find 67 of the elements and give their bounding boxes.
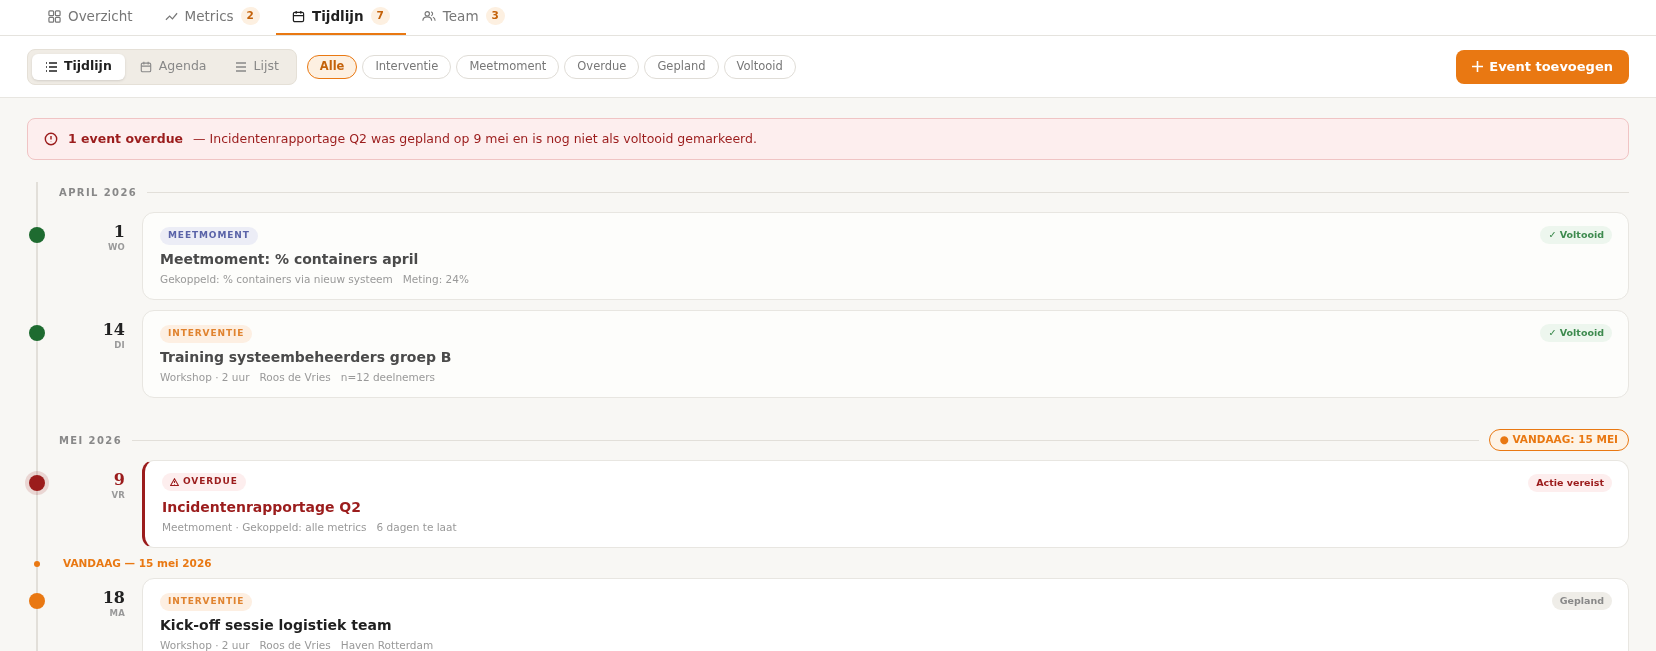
status-badge: ✓ Voltooid [1540,226,1612,245]
weekday-label: WO [107,241,125,254]
filter-chip[interactable]: Gepland [644,54,719,79]
event-card[interactable]: MEETMOMENT Meetmoment: % containers april Gekoppeld: % containers via nieuw systeem Meting: 24% ✓ Voltooid [142,212,1629,300]
menu-icon [234,61,247,72]
nav-tab[interactable]: Overzicht [32,0,149,35]
today-badge: ● VANDAAG: 15 MEI [1488,429,1629,451]
filter-chip[interactable]: Interventie [362,54,452,79]
event-detail: Roos de Vries [259,638,331,651]
event-detail: Workshop · 2 uur [160,638,250,651]
event-detail: Meetmoment · Gekoppeld: alle metrics [162,520,367,534]
day-number: 14 [102,321,125,339]
type-tag: OVERDUE [162,473,246,491]
today-marker: VANDAAG — 15 mei 2026 [63,556,212,572]
alert-icon [44,132,58,146]
status-badge: ✓ Voltooid [1540,324,1612,343]
event-detail: Roos de Vries [259,370,331,384]
event-card[interactable]: OVERDUE Incidentenrapportage Q2 Meetmoment · Gekoppeld: alle metrics 6 dagen te laat Actie vereist [142,460,1629,548]
nav-tab[interactable]: Metrics 2 [148,0,276,35]
alert-message: — Incidentenrapportage Q2 was gepland op 9 mei en is nog niet als voltooid gemarkeerd. [193,129,757,148]
weekday-label: MA [109,607,125,620]
plus-icon [1472,61,1484,72]
event-detail: n=12 deelnemers [340,370,435,384]
weekday-label: DI [114,339,125,352]
event-card[interactable]: INTERVENTIE Training systeembeheerders groep B Workshop · 2 uur Roos de Vries n=12 deelnemers ✓ Voltooid [142,310,1629,398]
event-detail: Haven Rotterdam [340,638,434,651]
list-icon [45,61,57,72]
filter-chip[interactable]: Overdue [564,54,640,79]
day-number: 18 [102,589,125,607]
count-badge: 2 [240,7,260,25]
calendar-icon [139,60,152,73]
filter-chip[interactable]: Meetmoment [456,54,560,79]
add-event-button[interactable]: Event toevoegen [1456,49,1629,84]
event-detail: Meting: 24% [402,272,469,286]
event-title: Kick-off sessie logistiek team [160,616,393,635]
count-badge: 3 [485,7,505,25]
nav-tab[interactable]: Tijdlijn 7 [275,0,406,35]
grid-icon [48,9,61,23]
alert-title: 1 event overdue [68,129,184,148]
event-card[interactable]: INTERVENTIE Kick-off sessie logistiek team Workshop · 2 uur Roos de Vries Haven Rotterdam Gepland [142,578,1629,651]
event-title: Training systeembeheerders groep B [160,348,453,367]
calendar-icon [291,9,305,23]
people-icon [421,10,436,22]
status-badge: Actie vereist [1528,474,1612,493]
month-heading: APRIL 2026 [59,185,138,200]
event-detail: 6 dagen te laat [376,520,457,534]
event-detail: Workshop · 2 uur [160,370,250,384]
view-toggle[interactable]: Lijst [221,53,292,80]
type-tag: MEETMOMENT [160,227,258,245]
type-tag: INTERVENTIE [160,593,253,611]
type-tag: INTERVENTIE [160,325,253,343]
status-badge: Gepland [1551,592,1612,611]
month-heading: MEI 2026 [59,433,123,448]
weekday-label: VR [111,489,125,502]
day-number: 1 [113,223,125,241]
event-detail: Gekoppeld: % containers via nieuw systeem [160,272,393,286]
chart-line-icon [164,11,178,21]
view-toggle[interactable]: Tijdlijn [32,53,125,80]
filter-chip[interactable]: Alle [306,54,358,79]
event-title: Meetmoment: % containers april [160,250,420,269]
warning-icon [170,478,179,486]
nav-tab[interactable]: Team 3 [405,0,521,35]
view-toggle[interactable]: Agenda [126,53,220,80]
day-number: 9 [113,471,125,489]
count-badge: 7 [370,7,390,25]
event-title: Incidentenrapportage Q2 [162,498,362,517]
filter-chip[interactable]: Voltooid [723,54,796,79]
